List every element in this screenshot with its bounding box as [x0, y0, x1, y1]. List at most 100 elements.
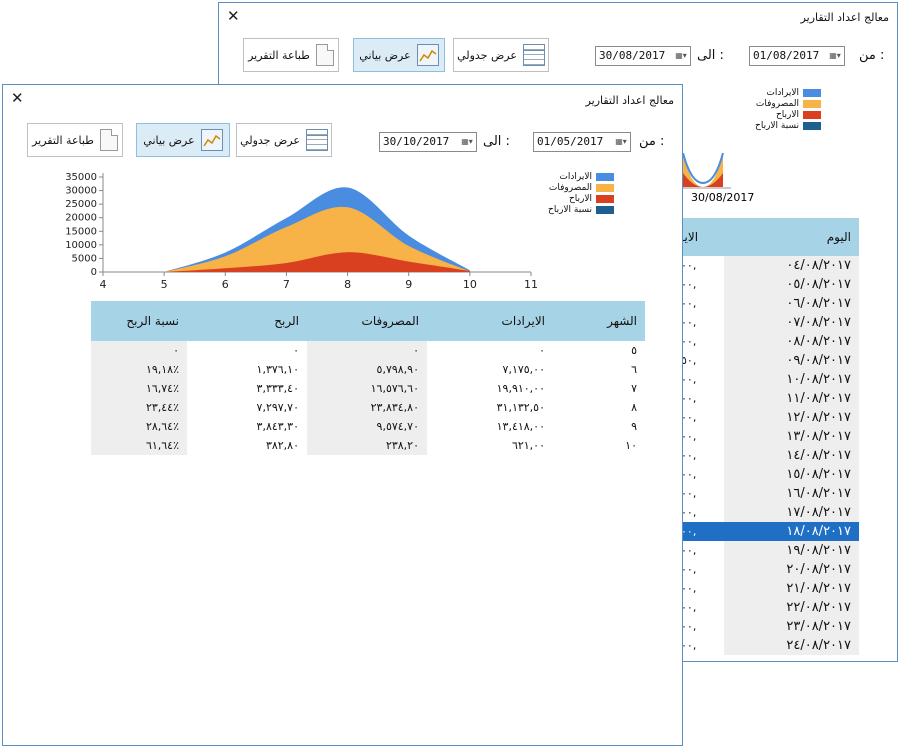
monthly-data-table: نسبة الربح الربح المصروفات الايرادات الش…	[91, 301, 645, 455]
cell-revenue: ٠٠,	[681, 259, 697, 272]
cell-profit-ratio: ٦١,٦٤٪	[91, 436, 187, 455]
table-icon	[305, 129, 328, 151]
table-row[interactable]: ٠٠, ٢٤/٠٨/٢٠١٧	[679, 636, 859, 655]
from-date-picker[interactable]: 01/05/2017 ▦▾	[533, 132, 631, 152]
from-label: من :	[639, 134, 665, 149]
table-row[interactable]: ٠٠, ٠٤/٠٨/٢٠١٧	[679, 256, 859, 275]
to-date-picker[interactable]: 30/10/2017 ▦▾	[379, 132, 477, 152]
column-header-expenses[interactable]: المصروفات	[307, 301, 427, 341]
cell-day: ٠٤/٠٨/٢٠١٧	[724, 256, 859, 275]
from-date-picker[interactable]: 01/08/2017 ▦▾	[749, 46, 845, 66]
cell-day: ١٩/٠٨/٢٠١٧	[724, 541, 859, 560]
cell-revenue: ٠٠,	[681, 544, 697, 557]
table-row[interactable]: ٠٠, ٢٣/٠٨/٢٠١٧	[679, 617, 859, 636]
table-view-button[interactable]: عرض جدولي	[453, 38, 549, 72]
cell-profit-ratio: ٢٨,٦٤٪	[91, 417, 187, 436]
to-date-picker[interactable]: 30/08/2017 ▦▾	[595, 46, 691, 66]
cell-revenue: ٠٠,	[681, 468, 697, 481]
column-header-profit[interactable]: الربح	[187, 301, 307, 341]
to-label: الى :	[697, 48, 724, 63]
cell-day: ١١/٠٨/٢٠١٧	[724, 389, 859, 408]
y-tick-label: 35000	[65, 172, 97, 183]
to-label: الى :	[483, 134, 510, 149]
chart-view-button[interactable]: عرض بياني	[136, 123, 230, 157]
table-row[interactable]: ٠٠, ١٥/٠٨/٢٠١٧	[679, 465, 859, 484]
column-header-month[interactable]: الشهر	[553, 301, 645, 341]
table-row[interactable]: ٠٠, ١٨/٠٨/٢٠١٧	[679, 522, 859, 541]
table-view-button[interactable]: عرض جدولي	[236, 123, 332, 157]
table-row[interactable]: ٠٠, ١٧/٠٨/٢٠١٧	[679, 503, 859, 522]
calendar-dropdown-icon[interactable]: ▦▾	[828, 50, 842, 62]
chart-view-label: عرض بياني	[359, 48, 411, 62]
y-tick-label: 10000	[65, 240, 97, 251]
x-tick-label: 10	[463, 278, 477, 291]
table-row[interactable]: ٠٠, ٠٨/٠٨/٢٠١٧	[679, 332, 859, 351]
cell-revenue: ٠٠,	[681, 639, 697, 652]
cell-revenue: ٠٠,	[681, 297, 697, 310]
table-row[interactable]: ٠٠, ١٢/٠٨/٢٠١٧	[679, 408, 859, 427]
close-icon[interactable]: ✕	[227, 9, 240, 24]
cell-profit: ٣,٣٣٣,٤٠	[256, 382, 299, 395]
close-icon[interactable]: ✕	[11, 91, 24, 106]
calendar-dropdown-icon[interactable]: ▦▾	[674, 50, 688, 62]
table-row[interactable]: ٠٠, ١٩/٠٨/٢٠١٧	[679, 541, 859, 560]
table-row[interactable]: ٠٠, ١٠/٠٨/٢٠١٧	[679, 370, 859, 389]
cell-revenue: ٠٠,	[681, 316, 697, 329]
cell-revenue: ٠٠,	[681, 506, 697, 519]
table-row[interactable]: ٠٠٠٠٥	[91, 341, 645, 360]
table-row[interactable]: ٠٠, ١٤/٠٨/٢٠١٧	[679, 446, 859, 465]
cell-day: ١٣/٠٨/٢٠١٧	[724, 427, 859, 446]
calendar-dropdown-icon[interactable]: ▦▾	[460, 136, 474, 148]
legend-item: الايرادات	[755, 87, 821, 98]
table-row[interactable]: ٠٠, ٢٢/٠٨/٢٠١٧	[679, 598, 859, 617]
cell-profit: ١,٣٧٦,١٠	[256, 363, 299, 376]
column-header-revenue[interactable]: الايـ	[679, 218, 725, 256]
table-row[interactable]: ٢٨,٦٤٪ ٣,٨٤٣,٣٠ ٩,٥٧٤,٧٠ ١٣,٤١٨,٠٠ ٩	[91, 417, 645, 436]
table-row[interactable]: ١٩,١٨٪ ١,٣٧٦,١٠ ٥,٧٩٨,٩٠ ٧,١٧٥,٠٠ ٦	[91, 360, 645, 379]
cell-month: ٦	[631, 363, 637, 376]
column-header-revenue[interactable]: الايرادات	[427, 301, 553, 341]
table-row[interactable]: ٠٠, ٠٦/٠٨/٢٠١٧	[679, 294, 859, 313]
cell-profit: ٠	[293, 344, 299, 357]
line-chart-icon	[416, 44, 439, 66]
table-row[interactable]: ٦١,٦٤٪ ٣٨٢,٨٠ ٢٣٨,٢٠ ٦٢١,٠٠ ١٠	[91, 436, 645, 455]
table-row[interactable]: ٠٠, ١٦/٠٨/٢٠١٧	[679, 484, 859, 503]
cell-profit: ٣٨٢,٨٠	[265, 439, 299, 452]
cell-revenue: ٠٠,	[681, 601, 697, 614]
table-row[interactable]: ٢٣,٤٤٪ ٧,٢٩٧,٧٠ ٢٣,٨٣٤,٨٠ ٣١,١٣٢,٥٠ ٨	[91, 398, 645, 417]
chart-view-button[interactable]: عرض بياني	[353, 38, 445, 72]
print-report-button[interactable]: طباعة التقرير	[27, 123, 123, 157]
cell-day: ١٠/٠٨/٢٠١٧	[724, 370, 859, 389]
column-header-day[interactable]: اليوم	[724, 218, 859, 256]
column-header-profit-ratio[interactable]: نسبة الربح	[91, 301, 187, 341]
document-icon	[315, 44, 334, 66]
calendar-dropdown-icon[interactable]: ▦▾	[614, 136, 628, 148]
report-wizard-window-front: ✕ معالج اعداد التقارير طباعة التقرير عرض…	[2, 84, 683, 746]
x-tick-label: 7	[283, 278, 290, 291]
cell-expenses: ٢٣,٨٣٤,٨٠	[307, 398, 427, 417]
chart-legend: الايرادات المصروفات الارباح نسبة الارباح	[755, 87, 821, 131]
table-row[interactable]: ٠٠, ٠٥/٠٨/٢٠١٧	[679, 275, 859, 294]
cell-day: ١٨/٠٨/٢٠١٧	[724, 522, 859, 541]
cell-revenue: ٠٠,	[681, 411, 697, 424]
cell-month: ٧	[631, 382, 637, 395]
legend-item: الارباح	[755, 109, 821, 120]
table-row[interactable]: ٥٠, ٠٩/٠٨/٢٠١٧	[679, 351, 859, 370]
to-date-value: 30/10/2017	[383, 135, 450, 148]
cell-revenue: ٠٠,	[681, 430, 697, 443]
cell-revenue: ٠٠,	[681, 335, 697, 348]
table-row[interactable]: ٠٠, ٢٠/٠٨/٢٠١٧	[679, 560, 859, 579]
table-row[interactable]: ٠٠, ١١/٠٨/٢٠١٧	[679, 389, 859, 408]
table-row[interactable]: ١٦,٧٤٪ ٣,٣٣٣,٤٠ ١٦,٥٧٦,٦٠ ١٩,٩١٠,٠٠ ٧	[91, 379, 645, 398]
print-report-button[interactable]: طباعة التقرير	[243, 38, 339, 72]
table-icon	[522, 44, 545, 66]
table-row[interactable]: ٠٠, ٠٧/٠٨/٢٠١٧	[679, 313, 859, 332]
window-title: معالج اعداد التقارير	[585, 94, 674, 107]
cell-revenue: ١٩,٩١٠,٠٠	[496, 382, 545, 395]
cell-profit: ٣,٨٤٣,٣٠	[256, 420, 299, 433]
y-tick-label: 30000	[65, 186, 97, 197]
cell-revenue: ٣١,١٣٢,٥٠	[496, 401, 545, 414]
x-tick-label: 9	[405, 278, 412, 291]
table-row[interactable]: ٠٠, ٢١/٠٨/٢٠١٧	[679, 579, 859, 598]
table-row[interactable]: ٠٠, ١٣/٠٨/٢٠١٧	[679, 427, 859, 446]
